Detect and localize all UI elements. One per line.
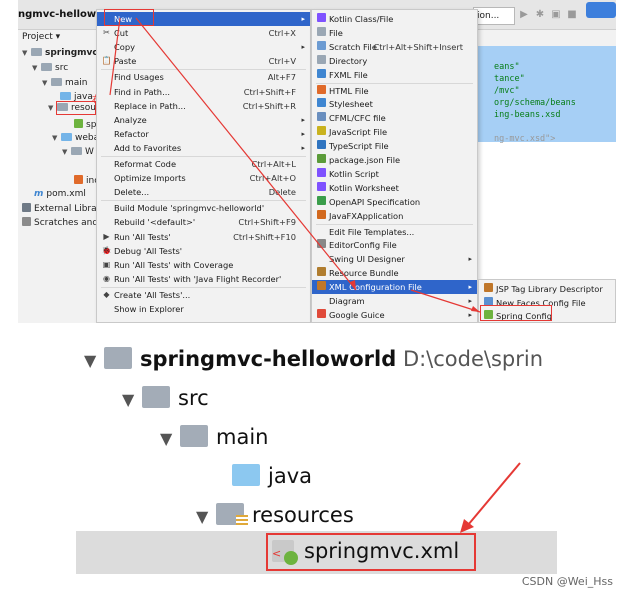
watermark: CSDN @Wei_Hss [521,575,613,588]
annotation-arrow [460,462,521,533]
project-tree-zoom-screenshot: ▼ springmvc-helloworld D:\code\sprin ▼ src… [76,345,557,578]
annotation-arrows [109,17,481,313]
ide-context-menu-screenshot: ngmvc-helloworld ion... ▶ ✱ ▣ ■ Project … [18,0,616,323]
